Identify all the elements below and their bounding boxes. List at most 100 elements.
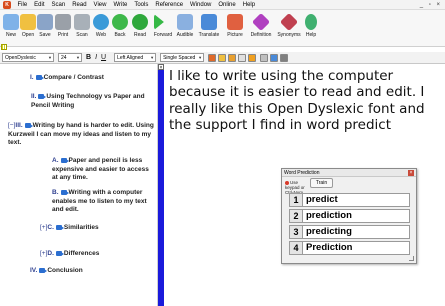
outline-icon[interactable] bbox=[248, 53, 257, 62]
bold-button[interactable]: B bbox=[86, 54, 91, 61]
note-icon bbox=[38, 93, 47, 99]
note-icon bbox=[55, 224, 64, 230]
synonyms-icon bbox=[279, 12, 299, 32]
app-logo-icon[interactable]: K bbox=[3, 0, 11, 9]
outline-item-7[interactable]: [+]D. Differences bbox=[40, 250, 150, 259]
grid-icon[interactable] bbox=[1, 44, 7, 50]
help-button[interactable]: Help bbox=[300, 12, 322, 45]
prediction-row[interactable]: 1 predict bbox=[289, 193, 410, 207]
spacing-select[interactable]: Single Spaced ▼ bbox=[160, 53, 205, 62]
menu-file[interactable]: File bbox=[14, 0, 31, 10]
outline-num: II. bbox=[31, 93, 37, 100]
open-label: Open bbox=[21, 32, 35, 38]
scan-label: Scan bbox=[76, 32, 88, 38]
outline-item-5[interactable]: B. Writing with a computer enables me to … bbox=[52, 189, 152, 215]
outline-item-6[interactable]: [+]C. Similarities bbox=[40, 224, 150, 233]
synonyms-label: Synonyms bbox=[277, 32, 301, 38]
menu-window[interactable]: Window bbox=[187, 0, 215, 10]
menu-read[interactable]: Read bbox=[69, 0, 90, 10]
outline-num: IV. bbox=[30, 267, 38, 274]
table-icon[interactable] bbox=[238, 53, 247, 62]
note-icon bbox=[60, 189, 69, 195]
back-button[interactable]: Back bbox=[109, 12, 131, 45]
outline-text: Similarities bbox=[63, 224, 99, 231]
forward-button[interactable]: Forward bbox=[152, 12, 174, 45]
speaker-icon bbox=[177, 14, 193, 30]
synonyms-button[interactable]: Synonyms bbox=[277, 12, 301, 45]
word-prediction-window: Word Prediction × Use keypad or Ctrl-Num… bbox=[281, 168, 417, 264]
translate-icon bbox=[201, 14, 217, 30]
size-value: 24 bbox=[61, 54, 67, 61]
prediction-row[interactable]: 2 prediction bbox=[289, 209, 410, 223]
resize-grip-icon[interactable] bbox=[409, 256, 414, 261]
web-label: Web bbox=[95, 32, 107, 38]
menu-tools[interactable]: Tools bbox=[131, 0, 152, 10]
prediction-row[interactable]: 4 Prediction bbox=[289, 241, 410, 255]
read-button[interactable]: Read bbox=[129, 12, 151, 45]
prediction-number: 3 bbox=[289, 225, 303, 239]
alignment-select[interactable]: Left Aligned ▼ bbox=[114, 53, 157, 62]
definition-button[interactable]: Definition bbox=[250, 12, 272, 45]
menu-online[interactable]: Online bbox=[215, 0, 239, 10]
scanner-icon bbox=[74, 14, 90, 30]
outline-pane: I. Compare / Contrast II. Using Technology… bbox=[0, 64, 158, 306]
outline-item-4[interactable]: A. Paper and pencil is less expensive and… bbox=[52, 157, 152, 183]
audible-button[interactable]: Audible bbox=[174, 12, 196, 45]
translate-button[interactable]: Translate bbox=[198, 12, 220, 45]
picture-button[interactable]: Picture bbox=[224, 12, 246, 45]
definition-label: Definition bbox=[250, 32, 272, 38]
prediction-word: Prediction bbox=[303, 241, 410, 255]
outline-item-3[interactable]: [−]III. Writing by hand is harder to edit… bbox=[8, 122, 154, 148]
close-icon[interactable]: × bbox=[158, 64, 164, 71]
forward-label: Forward bbox=[153, 32, 173, 38]
train-button[interactable]: Train bbox=[310, 178, 333, 188]
printer-icon bbox=[55, 14, 71, 30]
menu-reference[interactable]: Reference bbox=[152, 0, 187, 10]
underline-button[interactable]: U bbox=[101, 54, 106, 61]
help-label: Help bbox=[305, 32, 317, 38]
menu-edit[interactable]: Edit bbox=[31, 0, 48, 10]
close-icon[interactable]: × bbox=[408, 170, 414, 176]
menu-scan[interactable]: Scan bbox=[48, 0, 69, 10]
pane-splitter[interactable]: × bbox=[158, 64, 164, 306]
menu-help[interactable]: Help bbox=[239, 0, 258, 10]
outline-item-8[interactable]: IV. Conclusion bbox=[30, 267, 150, 276]
view-icon[interactable] bbox=[270, 53, 279, 62]
bullet-icon[interactable] bbox=[228, 53, 237, 62]
prediction-word: predict bbox=[303, 193, 410, 207]
highlight-icon[interactable] bbox=[208, 53, 217, 62]
format-bar: OpenDyslexic ▼ 24 ▼ B I U Left Aligned ▼… bbox=[0, 52, 445, 64]
spell-check-icon[interactable] bbox=[260, 53, 269, 62]
menu-write[interactable]: Write bbox=[110, 0, 131, 10]
outline-item-2[interactable]: II. Using Technology vs Paper and Pencil … bbox=[31, 93, 151, 110]
size-select[interactable]: 24 ▼ bbox=[58, 53, 82, 62]
word-prediction-title: Word Prediction bbox=[284, 170, 320, 176]
picture-icon bbox=[227, 14, 243, 30]
back-arrow-icon bbox=[112, 14, 128, 30]
text-color-icon[interactable] bbox=[218, 53, 227, 62]
chevron-down-icon: ▼ bbox=[198, 55, 203, 60]
outline-num: III. bbox=[15, 122, 23, 129]
new-label: New bbox=[5, 32, 16, 38]
outline-num: D. bbox=[47, 250, 54, 257]
settings-icon[interactable] bbox=[280, 53, 289, 62]
save-label: Save bbox=[39, 32, 51, 38]
prediction-number: 2 bbox=[289, 209, 303, 223]
read-label: Read bbox=[134, 32, 146, 38]
help-icon bbox=[305, 14, 317, 30]
outline-num: C. bbox=[47, 224, 54, 231]
prediction-row[interactable]: 3 predicting bbox=[289, 225, 410, 239]
spacing-value: Single Spaced bbox=[163, 54, 196, 61]
font-select[interactable]: OpenDyslexic ▼ bbox=[2, 53, 54, 62]
picture-label: Picture bbox=[227, 32, 243, 38]
forward-arrow-icon bbox=[154, 14, 164, 30]
window-controls[interactable]: _ ▫ × bbox=[420, 0, 442, 10]
note-icon bbox=[39, 267, 48, 273]
document-text[interactable]: I like to write using the computer becau… bbox=[169, 68, 441, 134]
italic-button[interactable]: I bbox=[95, 54, 97, 61]
outline-item-1[interactable]: I. Compare / Contrast bbox=[30, 74, 150, 83]
word-prediction-title-bar[interactable]: Word Prediction × bbox=[282, 169, 416, 177]
outline-text: Using Technology vs Paper and Pencil Wri… bbox=[31, 93, 145, 109]
menu-bar: K File Edit Scan Read View Write Tools R… bbox=[0, 0, 445, 10]
menu-view[interactable]: View bbox=[90, 0, 110, 10]
